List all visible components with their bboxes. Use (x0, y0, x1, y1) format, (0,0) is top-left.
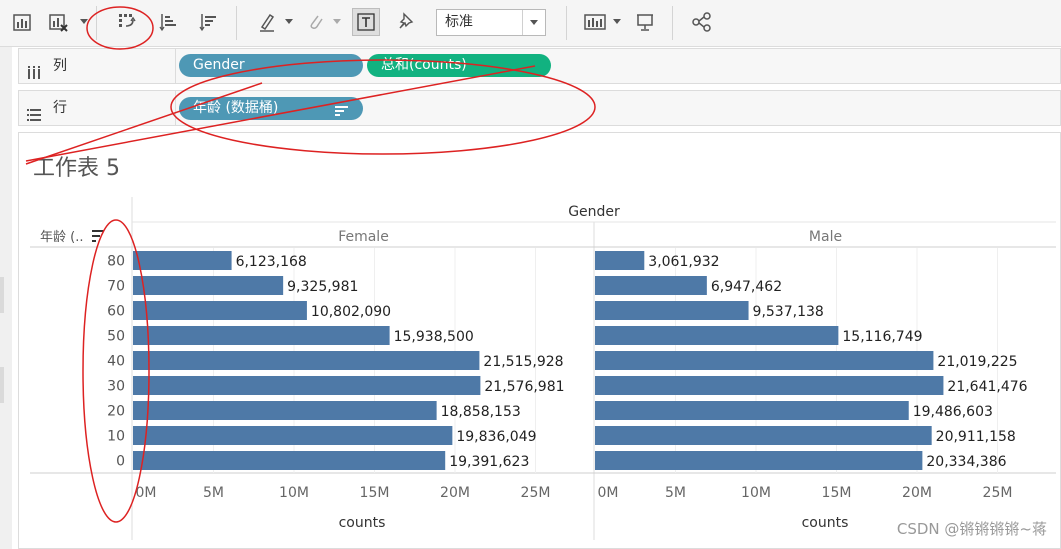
bar-female-20 (133, 401, 437, 420)
x-tick-label: 15M (360, 485, 390, 501)
data-label: 21,019,225 (937, 354, 1017, 370)
bar-female-10 (133, 426, 453, 445)
data-label: 15,938,500 (394, 329, 474, 345)
x-tick-label: 10M (741, 485, 771, 501)
bar-male-50 (595, 326, 839, 345)
x-tick-label: 20M (440, 485, 470, 501)
x-axis-title: counts (339, 515, 386, 531)
bar-female-0 (133, 451, 446, 470)
bar-male-0 (595, 451, 923, 470)
data-label: 21,576,981 (484, 379, 564, 395)
x-tick-label: 10M (279, 485, 309, 501)
panel-header-female: Female (338, 229, 389, 245)
bar-male-80 (595, 251, 645, 270)
watermark: CSDN @锵锵锵锵~蒋 (896, 520, 1047, 538)
data-label: 20,334,386 (926, 454, 1006, 470)
bar-male-60 (595, 301, 749, 320)
x-axis-title: counts (802, 515, 849, 531)
bar-female-50 (133, 326, 390, 345)
data-label: 10,802,090 (311, 304, 391, 320)
row-header-age: 年龄 (.. (40, 230, 83, 245)
bar-female-70 (133, 276, 284, 295)
bar-female-30 (133, 376, 481, 395)
panel-header-male: Male (809, 229, 842, 245)
row-label-age: 50 (107, 329, 125, 345)
data-label: 21,641,476 (947, 379, 1027, 395)
data-label: 21,515,928 (483, 354, 563, 370)
bar-male-40 (595, 351, 934, 370)
row-label-age: 60 (107, 304, 125, 320)
x-tick-label: 0M (136, 485, 157, 501)
row-label-age: 70 (107, 279, 125, 295)
row-label-age: 30 (107, 379, 125, 395)
data-label: 6,123,168 (236, 254, 307, 270)
data-label: 18,858,153 (441, 404, 521, 420)
data-label: 19,486,603 (913, 404, 993, 420)
x-tick-label: 15M (822, 485, 852, 501)
row-label-age: 20 (107, 404, 125, 420)
data-label: 9,325,981 (287, 279, 358, 295)
data-label: 6,947,462 (711, 279, 782, 295)
x-tick-label: 5M (203, 485, 224, 501)
bar-female-40 (133, 351, 480, 370)
row-header-sort-icon[interactable] (92, 230, 104, 242)
bar-male-70 (595, 276, 707, 295)
x-tick-label: 0M (598, 485, 619, 501)
x-tick-label: 5M (665, 485, 686, 501)
bar-female-60 (133, 301, 307, 320)
row-label-age: 80 (107, 254, 125, 270)
bar-chart: Gender 年龄 (.. counts counts Female 0M 5M 10… (30, 197, 1056, 540)
column-header-gender: Gender (568, 204, 620, 220)
row-label-age: 40 (107, 354, 125, 370)
x-tick-label: 20M (902, 485, 932, 501)
bar-male-20 (595, 401, 909, 420)
data-label: 15,116,749 (842, 329, 922, 345)
data-label: 3,061,932 (648, 254, 719, 270)
bar-male-30 (595, 376, 944, 395)
bar-male-10 (595, 426, 932, 445)
data-label: 19,391,623 (449, 454, 529, 470)
x-tick-label: 25M (983, 485, 1013, 501)
data-label: 9,537,138 (753, 304, 824, 320)
data-label: 19,836,049 (456, 429, 536, 445)
row-label-age: 0 (116, 454, 125, 470)
bar-female-80 (133, 251, 232, 270)
data-label: 20,911,158 (936, 429, 1016, 445)
x-tick-label: 25M (521, 485, 551, 501)
row-label-age: 10 (107, 429, 125, 445)
